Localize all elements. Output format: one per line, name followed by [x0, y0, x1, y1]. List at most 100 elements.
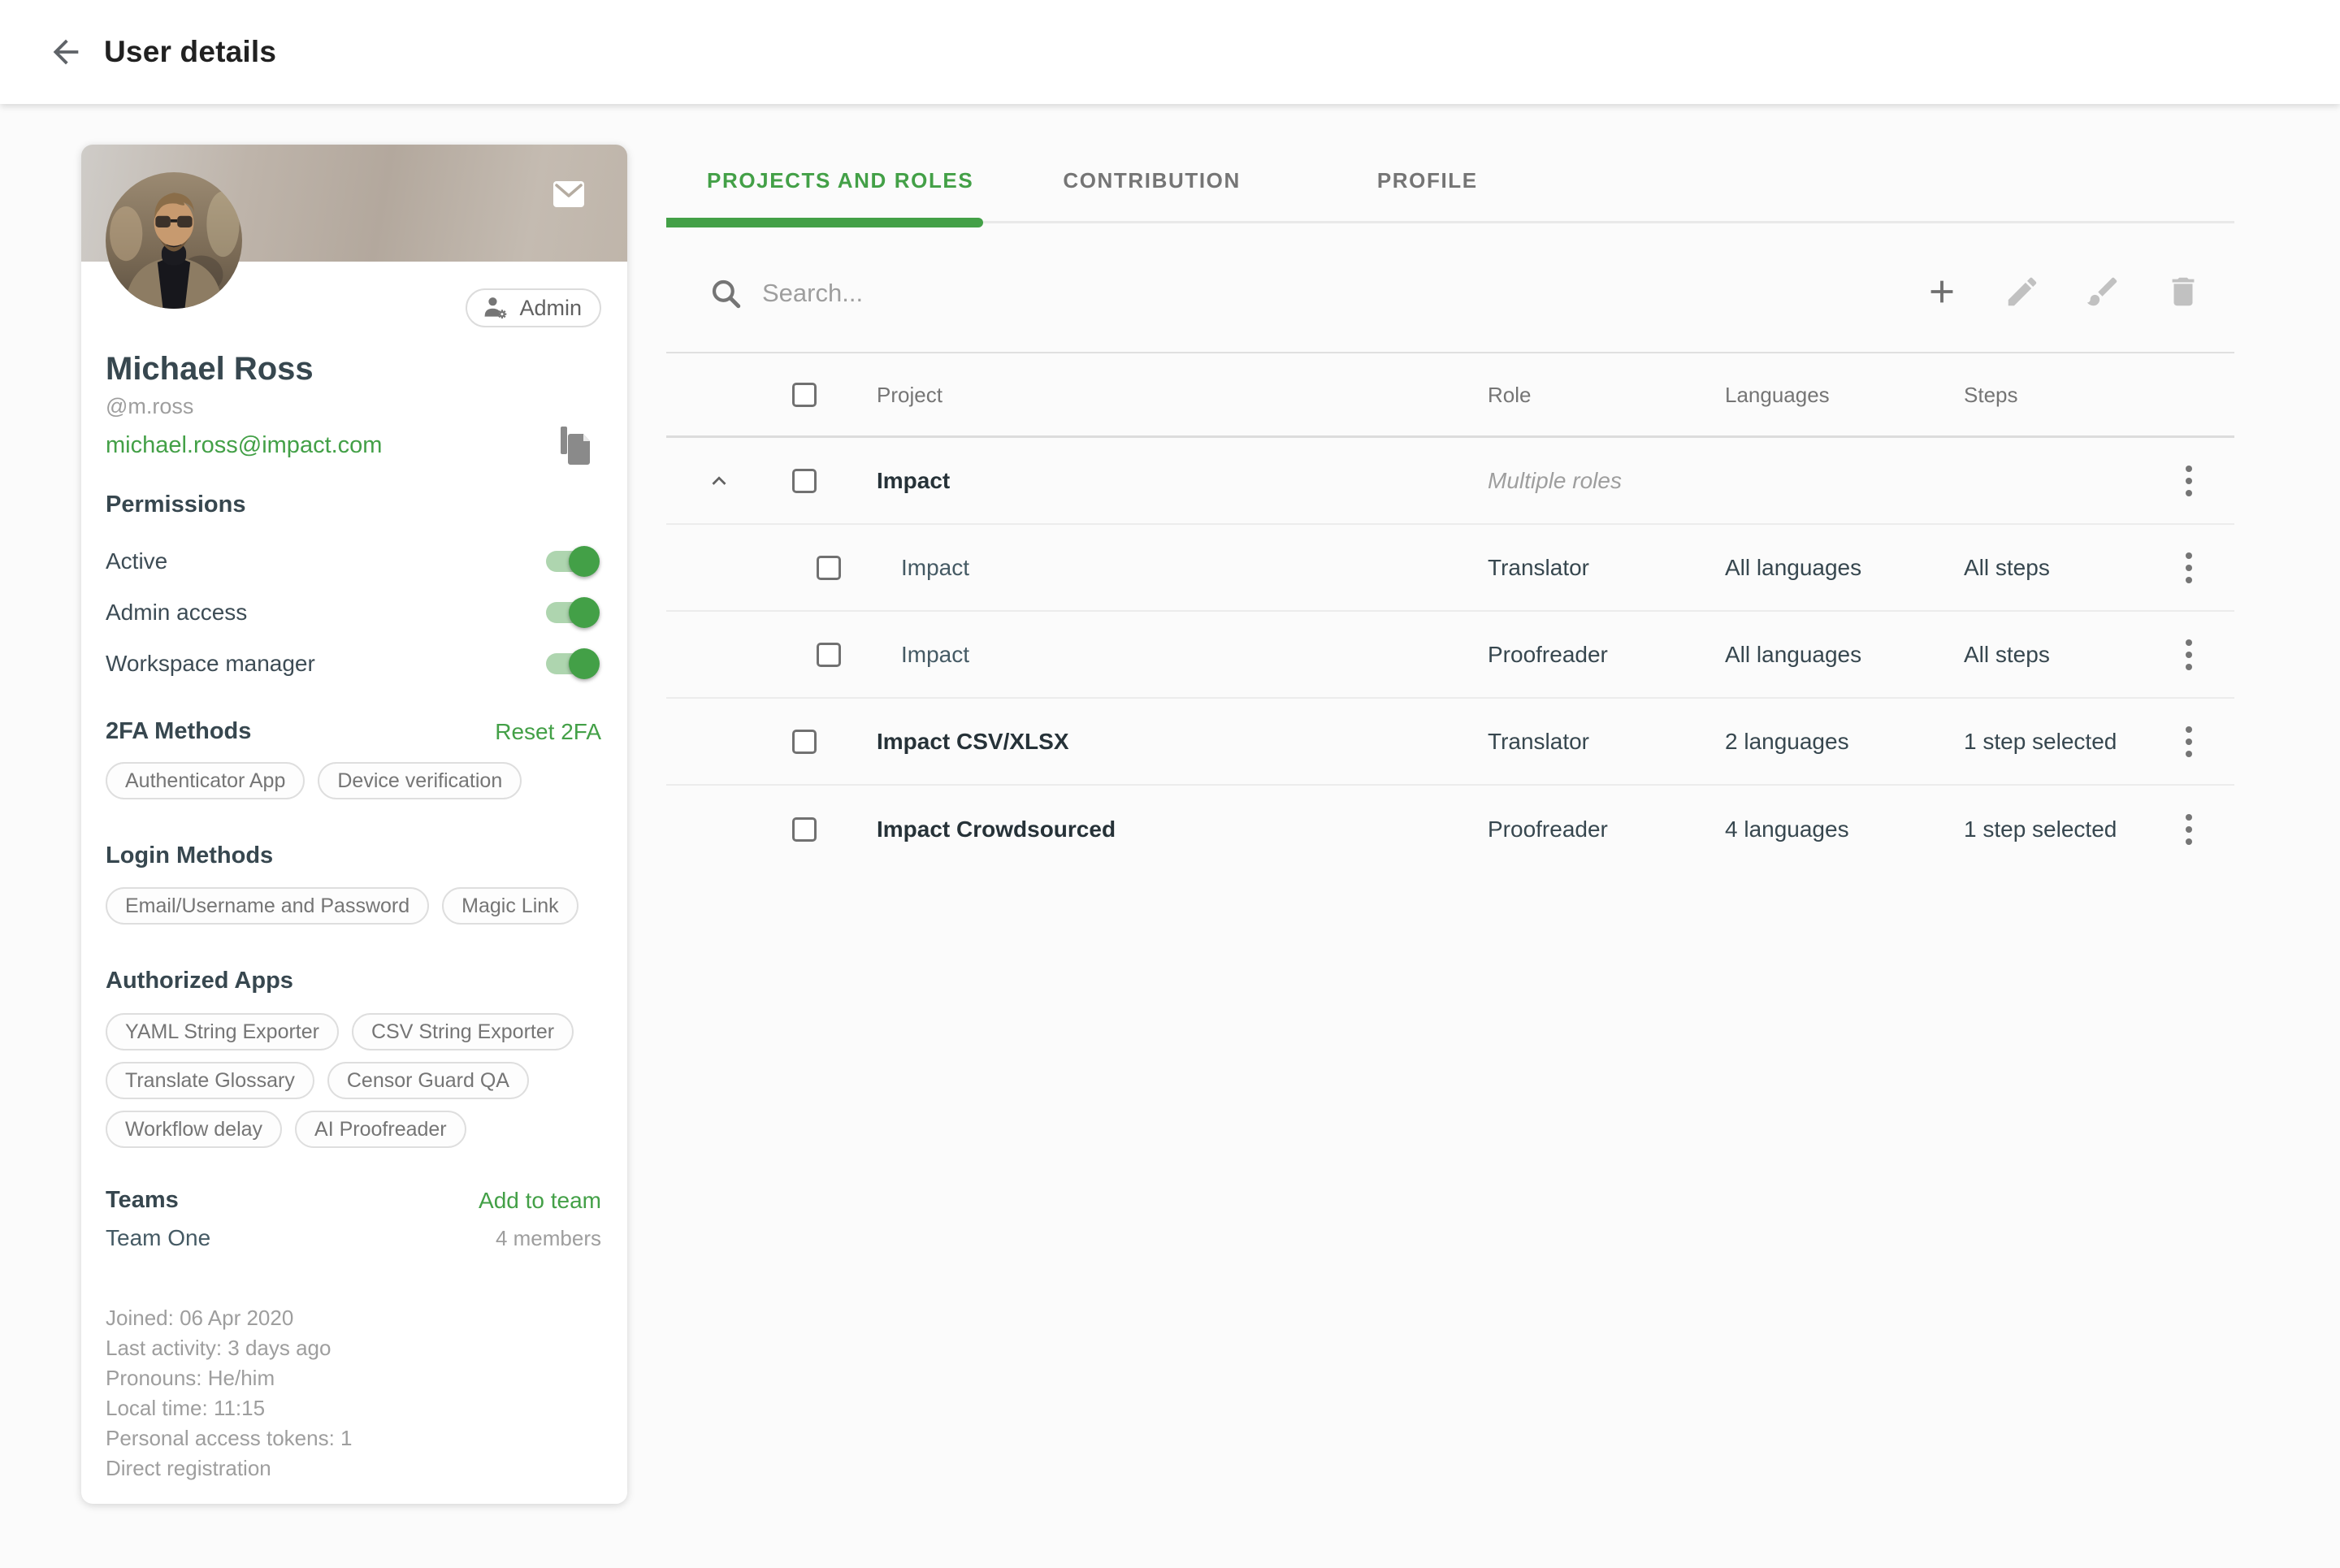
chip: Translate Glossary: [106, 1062, 314, 1099]
role-cell: Multiple roles: [1488, 468, 1622, 494]
row-checkbox[interactable]: [817, 643, 841, 667]
send-message-button[interactable]: [552, 180, 585, 208]
avatar: [106, 172, 242, 309]
role-cell: Proofreader: [1488, 642, 1608, 668]
user-meta-line: Direct registration: [106, 1453, 601, 1484]
languages-cell: 4 languages: [1725, 816, 1849, 842]
twofa-heading: 2FA Methods: [106, 718, 251, 745]
role-cell: Translator: [1488, 555, 1589, 581]
steps-cell: All steps: [1964, 642, 2050, 668]
admin-role-badge: Admin: [466, 288, 601, 327]
collapse-chevron-up-icon[interactable]: [705, 467, 733, 495]
row-checkbox[interactable]: [817, 556, 841, 580]
permission-label: Admin access: [106, 600, 247, 626]
permissions-toggles: Active Admin access Workspace manager: [106, 538, 601, 687]
user-email-link[interactable]: michael.ross@impact.com: [106, 432, 382, 459]
teams-list: Team One 4 members: [106, 1222, 601, 1254]
user-meta-line: Local time: 11:15: [106, 1393, 601, 1423]
team-list-item[interactable]: Team One 4 members: [106, 1222, 601, 1254]
chip: CSV String Exporter: [352, 1013, 574, 1050]
chip: Workflow delay: [106, 1111, 282, 1148]
edit-pencil-button[interactable]: [2004, 273, 2041, 310]
search-input[interactable]: [762, 279, 1737, 308]
tab-rail: [983, 221, 2234, 223]
toggle-switch[interactable]: [546, 551, 596, 572]
chip: YAML String Exporter: [106, 1013, 339, 1050]
projects-panel: PROJECTS AND ROLES CONTRIBUTION PROFILE: [666, 145, 2234, 873]
login-method-chips: Email/Username and PasswordMagic Link: [106, 887, 601, 925]
search-icon: [708, 276, 743, 310]
row-menu-button[interactable]: [2176, 634, 2202, 676]
permission-label: Workspace manager: [106, 651, 315, 677]
permissions-heading: Permissions: [106, 492, 601, 518]
column-header-project: Project: [877, 383, 942, 408]
project-cell: Impact: [877, 468, 950, 494]
toggle-switch[interactable]: [546, 602, 596, 623]
admin-user-gear-icon: [482, 294, 509, 322]
toggle-switch[interactable]: [546, 653, 596, 674]
row-checkbox[interactable]: [792, 817, 817, 842]
user-meta-line: Personal access tokens: 1: [106, 1423, 601, 1453]
chip: AI Proofreader: [295, 1111, 466, 1148]
permission-row: Workspace manager: [106, 640, 601, 687]
steps-cell: All steps: [1964, 555, 2050, 581]
project-cell: Impact: [901, 555, 969, 581]
table-row: Impact Multiple roles: [666, 438, 2234, 525]
chip: Device verification: [318, 762, 522, 799]
add-to-team-link[interactable]: Add to team: [479, 1188, 601, 1214]
delete-trash-button[interactable]: [2164, 273, 2202, 310]
chip: Magic Link: [442, 887, 578, 925]
user-meta-line: Joined: 06 Apr 2020: [106, 1303, 601, 1333]
user-full-name: Michael Ross: [106, 351, 601, 388]
row-menu-button[interactable]: [2176, 721, 2202, 763]
user-meta-line: Last activity: 3 days ago: [106, 1333, 601, 1363]
page-title: User details: [104, 35, 276, 69]
permission-label: Active: [106, 548, 167, 574]
table-row: Impact CSV/XLSX Translator 2 languages 1…: [666, 699, 2234, 786]
twofa-chips: Authenticator AppDevice verification: [106, 762, 601, 799]
team-name: Team One: [106, 1225, 210, 1251]
copy-email-icon[interactable]: [556, 424, 595, 466]
tab-contribution[interactable]: CONTRIBUTION: [1063, 168, 1241, 193]
table-row: Impact Crowdsourced Proofreader 4 langua…: [666, 786, 2234, 873]
row-checkbox[interactable]: [792, 469, 817, 493]
add-button[interactable]: [1923, 273, 1961, 310]
table-row: Impact Translator All languages All step…: [666, 525, 2234, 612]
select-all-checkbox[interactable]: [792, 383, 817, 407]
row-menu-button[interactable]: [2176, 808, 2202, 851]
row-checkbox[interactable]: [792, 730, 817, 754]
project-cell: Impact: [901, 642, 969, 668]
steps-cell: 1 step selected: [1964, 729, 2117, 755]
admin-badge-label: Admin: [519, 296, 582, 321]
toggle-knob: [569, 546, 600, 577]
clear-broom-button[interactable]: [2084, 273, 2121, 310]
active-tab-indicator: [666, 218, 983, 227]
table-header-row: Project Role Languages Steps: [666, 353, 2234, 438]
top-app-bar: User details: [0, 0, 2340, 104]
authorized-app-chips: YAML String Exporter CSV String Exporter T…: [106, 1013, 601, 1148]
user-handle: @m.ross: [106, 394, 601, 419]
table-row: Impact Proofreader All languages All ste…: [666, 612, 2234, 699]
back-arrow-icon[interactable]: [47, 33, 84, 71]
role-cell: Translator: [1488, 729, 1589, 755]
table-toolbar: [666, 227, 2234, 353]
row-menu-button[interactable]: [2176, 547, 2202, 589]
login-methods-heading: Login Methods: [106, 842, 601, 869]
tab-profile[interactable]: PROFILE: [1377, 168, 1478, 193]
user-profile-card: Admin Michael Ross @m.ross michael.ross@…: [81, 145, 627, 1504]
user-meta-block: Joined: 06 Apr 2020Last activity: 3 days…: [106, 1303, 601, 1484]
column-header-steps: Steps: [1964, 383, 2018, 408]
toggle-knob: [569, 648, 600, 679]
chip: Censor Guard QA: [327, 1062, 529, 1099]
column-header-role: Role: [1488, 383, 1531, 408]
reset-2fa-link[interactable]: Reset 2FA: [495, 719, 601, 745]
project-cell: Impact CSV/XLSX: [877, 729, 1069, 755]
row-menu-button[interactable]: [2176, 460, 2202, 502]
teams-heading: Teams: [106, 1187, 179, 1214]
tab-projects-and-roles[interactable]: PROJECTS AND ROLES: [707, 168, 973, 193]
team-members-count: 4 members: [496, 1226, 601, 1251]
authorized-apps-heading: Authorized Apps: [106, 968, 601, 994]
languages-cell: All languages: [1725, 555, 1861, 581]
languages-cell: All languages: [1725, 642, 1861, 668]
user-meta-line: Pronouns: He/him: [106, 1363, 601, 1393]
